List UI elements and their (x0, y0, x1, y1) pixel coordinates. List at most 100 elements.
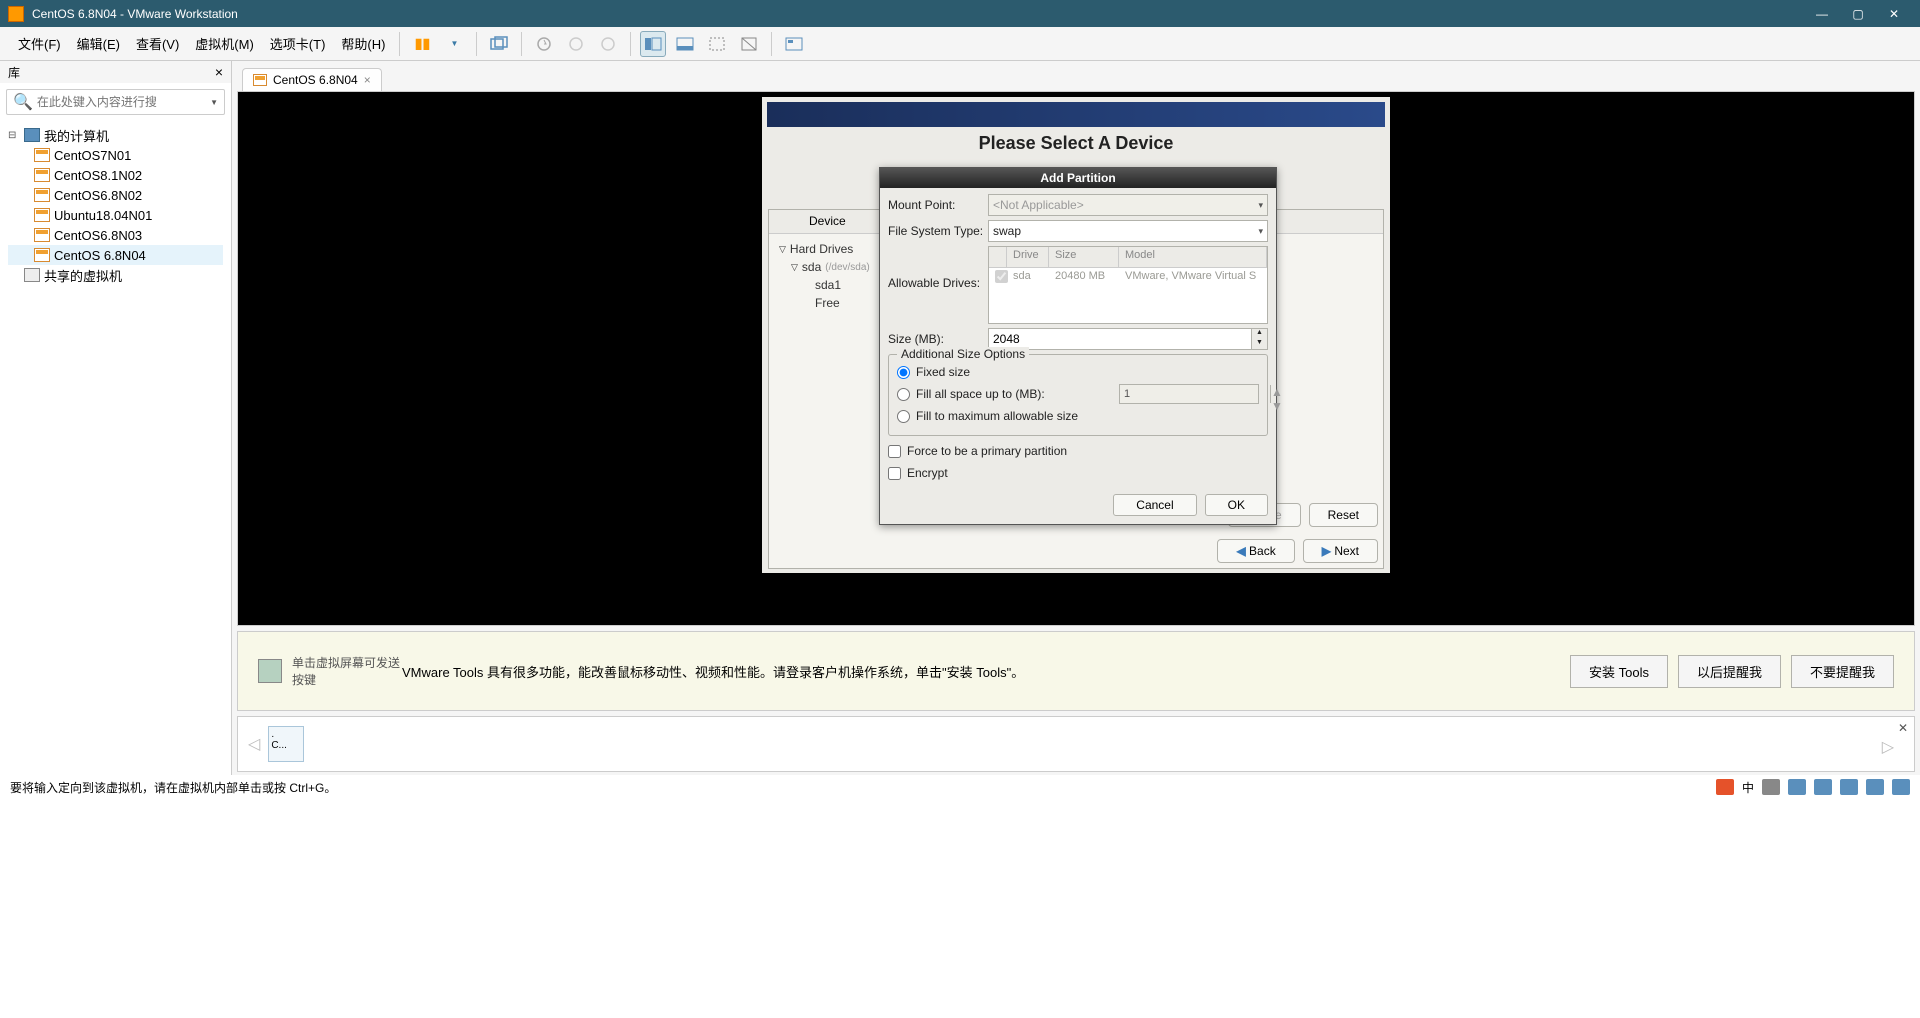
vm-thumbnail[interactable]: .C... (268, 726, 304, 762)
vm-screen[interactable]: Please Select A Device Device ▽Hard Driv… (237, 91, 1915, 626)
close-button[interactable]: ✕ (1886, 6, 1902, 22)
power-dropdown[interactable]: ▼ (441, 31, 467, 57)
cancel-button[interactable]: Cancel (1113, 494, 1196, 516)
pause-button[interactable]: ▮▮ (409, 31, 435, 57)
installer-window: Please Select A Device Device ▽Hard Driv… (762, 97, 1390, 573)
dialog-title: Add Partition (880, 168, 1276, 188)
vm-icon (34, 188, 50, 202)
radio-fillup[interactable] (897, 388, 910, 401)
fstype-select[interactable]: swap▾ (988, 220, 1268, 242)
thumbnail-button[interactable] (781, 31, 807, 57)
vm-icon (253, 74, 267, 86)
maximize-button[interactable]: ▢ (1850, 6, 1866, 22)
library-panel: 库 × 🔍 ▼ ⊟ 我的计算机 CentOS7N01 CentOS8.1N02 … (0, 61, 232, 775)
tab-bar: CentOS 6.8N04 × (232, 61, 1920, 91)
back-button[interactable]: ◀ Back (1217, 539, 1294, 563)
vm-icon (34, 248, 50, 262)
vm-item-selected[interactable]: CentOS 6.8N04 (8, 245, 223, 265)
system-tray: 中 (1716, 779, 1910, 796)
send-ctrlaltdel-button[interactable] (486, 31, 512, 57)
ime-lang[interactable]: 中 (1742, 779, 1754, 796)
tray-icon[interactable] (1788, 779, 1806, 795)
additional-size-fieldset: Additional Size Options Fixed size Fill … (888, 354, 1268, 436)
minimize-button[interactable]: — (1814, 6, 1830, 22)
revert-snapshot-button[interactable] (563, 31, 589, 57)
vm-item[interactable]: CentOS6.8N02 (8, 185, 223, 205)
thumb-close-icon[interactable]: ✕ (1898, 721, 1908, 735)
tray-icon[interactable] (1840, 779, 1858, 795)
radio-fillmax[interactable] (897, 410, 910, 423)
library-tree: ⊟ 我的计算机 CentOS7N01 CentOS8.1N02 CentOS6.… (0, 121, 231, 289)
search-input[interactable] (37, 95, 210, 109)
vm-item[interactable]: Ubuntu18.04N01 (8, 205, 223, 225)
menu-vm[interactable]: 虚拟机(M) (187, 34, 262, 53)
status-message: 要将输入定向到该虚拟机，请在虚拟机内部单击或按 Ctrl+G。 (10, 779, 1716, 796)
next-button[interactable]: ▶ Next (1303, 539, 1378, 563)
size-spinner[interactable]: ▲▼ (988, 328, 1268, 350)
mount-point-label: Mount Point: (888, 198, 988, 212)
menu-tabs[interactable]: 选项卡(T) (262, 34, 334, 53)
tray-icon[interactable] (1892, 779, 1910, 795)
search-icon: 🔍 (13, 92, 33, 112)
menu-file[interactable]: 文件(F) (10, 34, 69, 53)
dont-remind-button[interactable]: 不要提醒我 (1791, 655, 1894, 688)
vm-item[interactable]: CentOS8.1N02 (8, 165, 223, 185)
installer-banner (767, 102, 1385, 127)
info-message: VMware Tools 具有很多功能，能改善鼠标移动性、视频和性能。请登录客户… (402, 662, 1560, 681)
computer-icon (24, 128, 40, 142)
thumb-prev[interactable]: ◁ (248, 734, 260, 754)
menu-view[interactable]: 查看(V) (128, 34, 187, 53)
ime-icon[interactable] (1716, 779, 1734, 795)
reset-button[interactable]: Reset (1309, 503, 1378, 527)
fillup-input (1120, 385, 1270, 403)
tree-root-computer[interactable]: ⊟ 我的计算机 (8, 125, 223, 145)
install-tools-button[interactable]: 安装 Tools (1570, 655, 1668, 688)
statusbar: 要将输入定向到该虚拟机，请在虚拟机内部单击或按 Ctrl+G。 中 (0, 775, 1920, 799)
vm-icon (34, 228, 50, 242)
vm-tab[interactable]: CentOS 6.8N04 × (242, 68, 382, 91)
radio-fixed[interactable] (897, 366, 910, 379)
view-mode2-button[interactable] (672, 31, 698, 57)
thumb-next[interactable]: ▷ (1882, 737, 1894, 757)
unity-button[interactable] (736, 31, 762, 57)
click-hint: 单击虚拟屏幕可发送按键 (292, 654, 402, 688)
check-primary[interactable] (888, 445, 901, 458)
installer-heading: Please Select A Device (762, 133, 1390, 154)
tab-close-icon[interactable]: × (364, 73, 371, 87)
allowable-drives-grid[interactable]: Drive Size Model sda 20480 MB VMware, VM… (988, 246, 1268, 324)
check-encrypt[interactable] (888, 467, 901, 480)
titlebar: CentOS 6.8N04 - VMware Workstation — ▢ ✕ (0, 0, 1920, 27)
fullscreen-button[interactable] (704, 31, 730, 57)
menu-edit[interactable]: 编辑(E) (69, 34, 128, 53)
snapshot-button[interactable] (531, 31, 557, 57)
ok-button[interactable]: OK (1205, 494, 1268, 516)
info-icon (258, 659, 282, 683)
tray-icon[interactable] (1762, 779, 1780, 795)
library-title: 库 (8, 64, 215, 81)
snapshot-manager-button[interactable] (595, 31, 621, 57)
vm-item[interactable]: CentOS7N01 (8, 145, 223, 165)
app-icon (8, 6, 24, 22)
size-label: Size (MB): (888, 332, 988, 346)
device-column-header: Device (769, 210, 887, 233)
menu-help[interactable]: 帮助(H) (333, 34, 393, 53)
vm-item[interactable]: CentOS6.8N03 (8, 225, 223, 245)
size-down[interactable]: ▼ (1252, 339, 1267, 349)
vm-icon (34, 168, 50, 182)
thumbnail-strip: ◁ .C... ✕ ▷ (237, 716, 1915, 772)
tray-icon[interactable] (1814, 779, 1832, 795)
tree-shared-vms[interactable]: 共享的虚拟机 (8, 265, 223, 285)
search-dropdown-icon[interactable]: ▼ (210, 98, 218, 107)
view-mode1-button[interactable] (640, 31, 666, 57)
fstype-label: File System Type: (888, 224, 988, 238)
size-up[interactable]: ▲ (1252, 329, 1267, 339)
library-search[interactable]: 🔍 ▼ (6, 89, 225, 115)
window-title: CentOS 6.8N04 - VMware Workstation (32, 7, 1814, 21)
remind-later-button[interactable]: 以后提醒我 (1678, 655, 1781, 688)
drive-row[interactable]: sda 20480 MB VMware, VMware Virtual S (989, 268, 1267, 288)
library-close-icon[interactable]: × (215, 64, 223, 80)
vm-icon (34, 148, 50, 162)
shared-icon (24, 268, 40, 282)
tray-icon[interactable] (1866, 779, 1884, 795)
allowable-drives-label: Allowable Drives: (888, 246, 988, 290)
